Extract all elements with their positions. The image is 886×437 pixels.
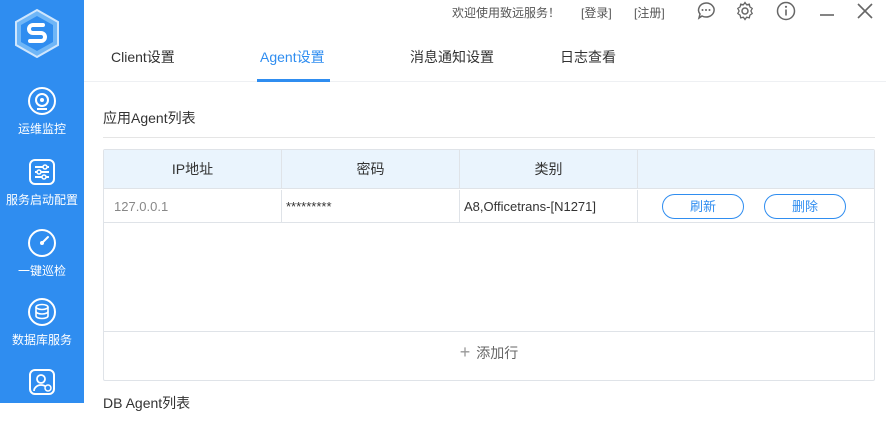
- gear-icon[interactable]: [735, 1, 755, 21]
- login-link[interactable]: [登录]: [581, 4, 612, 21]
- column-header-ip: IP地址: [104, 150, 282, 189]
- add-row-label: 添加行: [476, 345, 519, 361]
- refresh-button[interactable]: 刷新: [662, 194, 744, 219]
- tab-log-view[interactable]: 日志查看: [560, 47, 616, 67]
- password-cell[interactable]: *********: [282, 190, 460, 223]
- sidebar: 运维监控 服务启动配置 一键巡检 数据库服务: [0, 0, 84, 403]
- active-tab-indicator: [257, 79, 330, 82]
- settings-tabs: Client设置 Agent设置 消息通知设置 日志查看: [84, 40, 886, 82]
- app-logo-icon: [15, 8, 59, 58]
- divider: [103, 137, 875, 138]
- agent-table: IP地址 密码 类别 127.0.0.1 ********* A8,Office…: [103, 149, 875, 381]
- table-row: 127.0.0.1 ********* A8,Officetrans-[N127…: [104, 190, 874, 223]
- register-link[interactable]: [注册]: [634, 4, 665, 21]
- ip-cell[interactable]: 127.0.0.1: [104, 190, 282, 223]
- sidebar-item-service-config[interactable]: 服务启动配置: [0, 157, 84, 227]
- sidebar-item-monitor[interactable]: 运维监控: [0, 86, 84, 156]
- category-cell[interactable]: A8,Officetrans-[N1271]: [460, 190, 638, 223]
- plus-icon: +: [459, 342, 471, 362]
- db-agent-section-title: DB Agent列表: [103, 395, 191, 411]
- sidebar-item-label: 服务启动配置: [5, 193, 78, 207]
- column-header-actions: [638, 150, 874, 189]
- sidebar-item-label: 运维监控: [17, 122, 66, 136]
- section-title: 应用Agent列表: [103, 110, 196, 126]
- chat-icon[interactable]: [696, 1, 716, 21]
- tab-agent-settings[interactable]: Agent设置: [260, 47, 325, 67]
- user-shield-icon: [29, 369, 55, 395]
- table-header: IP地址 密码 类别: [104, 150, 874, 189]
- database-icon: [28, 298, 56, 326]
- sidebar-item-database[interactable]: 数据库服务: [0, 297, 84, 367]
- column-header-password: 密码: [282, 150, 460, 189]
- sliders-icon: [29, 159, 55, 185]
- column-header-category: 类别: [460, 150, 638, 189]
- gauge-icon: [28, 229, 56, 257]
- top-bar: 欢迎使用致远服务！ [登录] [注册]: [84, 0, 886, 24]
- tab-notification-settings[interactable]: 消息通知设置: [410, 47, 494, 67]
- webcam-icon: [28, 87, 56, 115]
- minimize-icon[interactable]: [817, 1, 837, 21]
- actions-cell: 刷新 删除: [638, 190, 874, 223]
- sidebar-item-user[interactable]: [0, 367, 84, 437]
- sidebar-item-label: 一键巡检: [17, 264, 66, 278]
- sidebar-item-inspection[interactable]: 一键巡检: [0, 228, 84, 298]
- close-icon[interactable]: [855, 1, 875, 21]
- welcome-text: 欢迎使用致远服务！: [452, 6, 561, 20]
- info-icon[interactable]: [776, 1, 796, 21]
- delete-button[interactable]: 删除: [764, 194, 846, 219]
- add-row-button[interactable]: + 添加行: [104, 331, 874, 381]
- sidebar-item-label: 数据库服务: [11, 333, 72, 347]
- tab-client-settings[interactable]: Client设置: [111, 47, 175, 67]
